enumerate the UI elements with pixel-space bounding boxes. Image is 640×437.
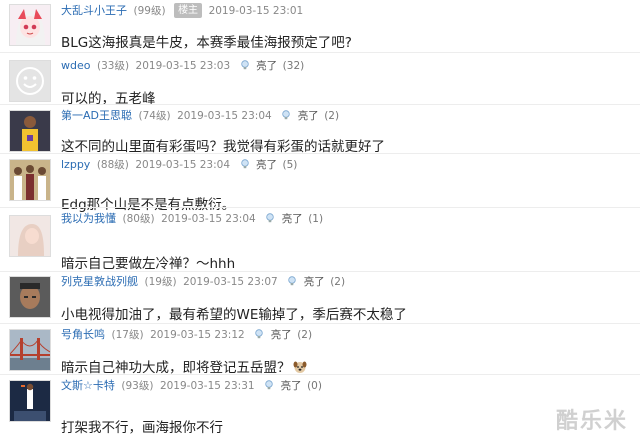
comment-text: 小电视得加油了，最有希望的WE输掉了，季后赛不太稳了 [61,307,407,323]
like-button[interactable]: 亮了 [298,110,319,122]
man-portrait-avatar-icon [10,277,50,317]
user-level: (99级) [133,5,166,17]
username-link[interactable]: 我以为我懂 [61,212,116,225]
avatar[interactable] [9,110,51,152]
default-smiley-avatar-icon [10,61,50,101]
username-link[interactable]: 第一AD王思聪 [61,109,132,122]
user-level: (33级) [96,60,130,72]
lightbulb-icon[interactable] [240,60,250,70]
comment-text: 打架我不行，画海报你不行 [61,420,223,436]
username-link[interactable]: lzppy [61,158,90,171]
lightbulb-icon[interactable] [240,159,250,169]
like-button[interactable]: 亮了 [256,159,277,171]
like-button[interactable]: 亮了 [271,329,292,341]
watermark-logo: 酷乐米 [555,409,628,434]
lightbulb-icon[interactable] [287,276,297,286]
comment-meta: 大乱斗小王子 (99级) 楼主 2019-03-15 23:01 [61,2,303,20]
like-button[interactable]: 亮了 [256,60,277,72]
dunk-photo-avatar-icon [10,381,50,421]
username-link[interactable]: 大乱斗小王子 [61,4,127,17]
username-link[interactable]: 列克星敦战列舰 [61,275,138,288]
like-count: (2) [324,110,340,122]
divider [0,374,640,375]
user-level: (17级) [111,329,144,341]
owner-badge: 楼主 [174,3,203,18]
divider [0,52,640,53]
comment-time: 2019-03-15 23:12 [150,329,245,341]
comment-meta: wdeo (33级) 2019-03-15 23:03 亮了 (32) [61,57,304,75]
like-button[interactable]: 亮了 [281,380,302,392]
user-level: (93级) [121,380,154,392]
like-count: (32) [282,60,305,72]
lightbulb-icon[interactable] [265,213,275,223]
comment-time: 2019-03-15 23:04 [135,159,230,171]
like-button[interactable]: 亮了 [282,213,303,225]
divider [0,207,640,208]
divider [0,104,640,105]
divider [0,323,640,324]
comment-meta: 文斯☆卡特 (93级) 2019-03-15 23:31 亮了 (0) [61,377,322,395]
comment-time: 2019-03-15 23:04 [161,213,256,225]
avatar[interactable] [9,329,51,371]
comment-meta: 号角长鸣 (17级) 2019-03-15 23:12 亮了 (2) [61,326,312,344]
basketball-player-avatar-icon [10,111,50,151]
avatar[interactable] [9,4,51,46]
girl-photo-avatar-icon [10,216,50,256]
like-count: (2) [330,276,346,288]
anime-girl-avatar-icon [10,5,50,45]
comment-time: 2019-03-15 23:07 [183,276,278,288]
comment-thread: 大乱斗小王子 (99级) 楼主 2019-03-15 23:01 BLG这海报真… [0,0,640,437]
user-level: (74级) [138,110,171,122]
user-level: (80级) [122,213,155,225]
user-level: (19级) [144,276,177,288]
comment-meta: 我以为我懂 (80级) 2019-03-15 23:04 亮了 (1) [61,210,323,228]
avatar[interactable] [9,60,51,102]
avatar[interactable] [9,159,51,201]
basketball-team-avatar-icon [10,160,50,200]
avatar[interactable] [9,215,51,257]
dog-emoji-icon [293,361,306,373]
user-level: (88级) [96,159,129,171]
like-button[interactable]: 亮了 [304,276,325,288]
username-link[interactable]: 号角长鸣 [61,328,105,341]
divider [0,153,640,154]
comment-meta: 第一AD王思聪 (74级) 2019-03-15 23:04 亮了 (2) [61,107,339,125]
comment-time: 2019-03-15 23:01 [208,5,304,17]
lightbulb-icon[interactable] [264,380,274,390]
like-count: (5) [282,159,298,171]
avatar[interactable] [9,276,51,318]
lightbulb-icon[interactable] [254,329,264,339]
username-link[interactable]: wdeo [61,59,90,72]
comment-time: 2019-03-15 23:31 [159,380,255,392]
username-link[interactable]: 文斯☆卡特 [61,379,115,392]
comment-meta: lzppy (88级) 2019-03-15 23:04 亮了 (5) [61,156,297,174]
comment-text: 可以的，五老峰 [61,91,156,107]
comment-meta: 列克星敦战列舰 (19级) 2019-03-15 23:07 亮了 (2) [61,273,345,291]
like-count: (0) [307,380,322,392]
like-count: (1) [308,213,324,225]
like-count: (2) [297,329,313,341]
comment-text: BLG这海报真是牛皮，本赛季最佳海报预定了吧? [61,35,352,51]
bridge-landscape-avatar-icon [10,330,50,370]
avatar[interactable] [9,380,51,422]
divider [0,271,640,272]
comment-time: 2019-03-15 23:04 [177,110,272,122]
lightbulb-icon[interactable] [281,110,291,120]
comment-time: 2019-03-15 23:03 [135,60,231,72]
